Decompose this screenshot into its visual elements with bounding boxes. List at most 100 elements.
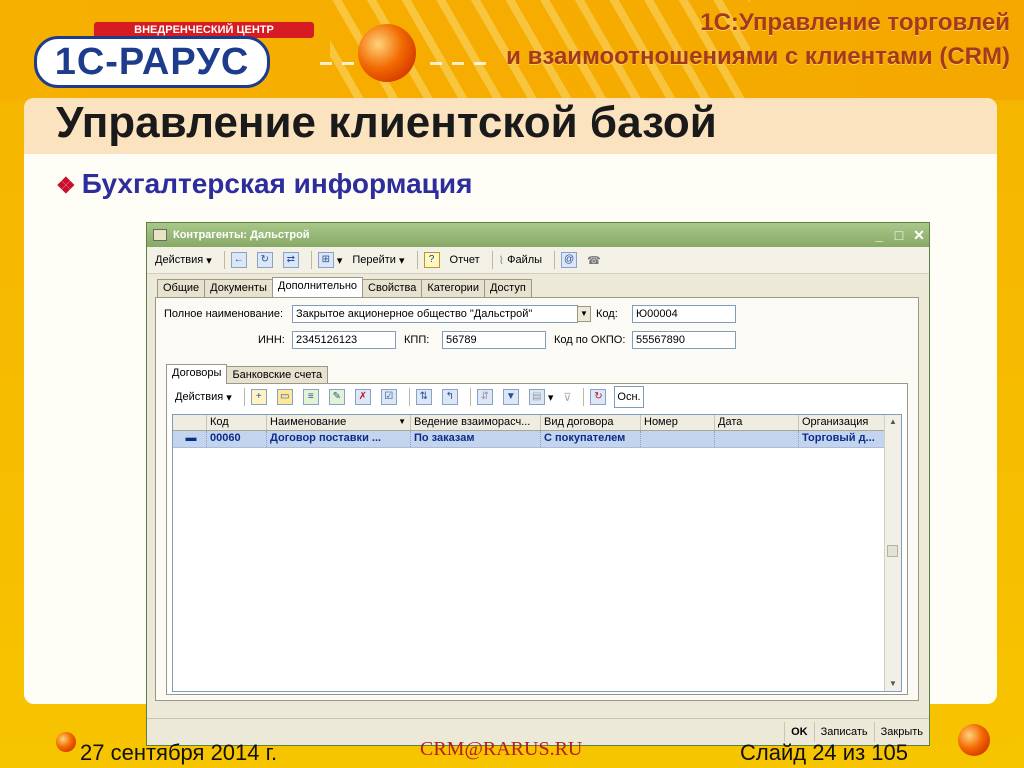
- tab-panel-additional: Полное наименование: Закрытое акционерно…: [155, 297, 919, 701]
- tab-properties[interactable]: Свойства: [362, 279, 423, 297]
- cell-number: [641, 431, 715, 447]
- filter-value-icon: ▤: [528, 389, 545, 405]
- footer-email[interactable]: CRM@RARUS.RU: [420, 738, 582, 761]
- logo-main-text: 1С-РАРУС: [34, 36, 270, 88]
- ok-button[interactable]: OK: [784, 722, 814, 742]
- structure-button[interactable]: ⊞ ▾: [316, 250, 345, 270]
- column-header[interactable]: Код: [207, 415, 267, 430]
- help-button[interactable]: ?: [422, 250, 442, 270]
- dash-line: [320, 62, 354, 65]
- tab-additional[interactable]: Дополнительно: [271, 277, 364, 297]
- cell-date: [715, 431, 799, 447]
- files-button[interactable]: ⌇ Файлы: [497, 250, 544, 270]
- set-main-button[interactable]: Осн.: [614, 386, 644, 408]
- report-button[interactable]: Отчет: [448, 250, 482, 270]
- edit-row-button[interactable]: ✎: [327, 387, 347, 407]
- tab-documents[interactable]: Документы: [204, 279, 273, 297]
- dash-line: [430, 62, 490, 65]
- filter-off-button[interactable]: ⊽: [561, 387, 573, 407]
- actions-menu-button[interactable]: Действия ▾: [153, 250, 214, 270]
- sort-icon: ⇵: [476, 389, 493, 405]
- tab-general[interactable]: Общие: [157, 279, 206, 297]
- contracts-actions-button[interactable]: Действия ▾: [173, 387, 234, 407]
- filter-off-icon: ⊽: [563, 391, 572, 404]
- full-name-field[interactable]: Закрытое акционерное общество "Дальстрой…: [292, 305, 578, 323]
- toolbar-separator: [554, 251, 556, 269]
- goto-menu-button[interactable]: Перейти ▾: [350, 250, 406, 270]
- scroll-down-icon[interactable]: ▼: [885, 677, 901, 691]
- copy-row-button[interactable]: ≡: [301, 387, 321, 407]
- sort-button[interactable]: ⇵: [475, 387, 495, 407]
- table-row[interactable]: ▬ 00060 Договор поставки ... По заказам …: [173, 431, 901, 448]
- column-header[interactable]: Вид договора: [541, 415, 641, 430]
- company-logo: ВНЕДРЕНЧЕСКИЙ ЦЕНТР 1С-РАРУС: [34, 22, 314, 88]
- kpp-field[interactable]: 56789: [442, 331, 546, 349]
- slide-title: Управление клиентской базой: [56, 98, 717, 147]
- column-header[interactable]: Организация: [799, 415, 887, 430]
- code-label: Код:: [596, 308, 618, 320]
- tab-categories[interactable]: Категории: [421, 279, 485, 297]
- copy-button[interactable]: ⇄: [281, 250, 301, 270]
- email-icon: @: [561, 252, 578, 268]
- toolbar-separator: [223, 251, 225, 269]
- close-icon[interactable]: ✕: [909, 227, 929, 244]
- column-header[interactable]: Ведение взаиморасч...: [411, 415, 541, 430]
- level-up-button[interactable]: ↰: [440, 387, 460, 407]
- bullet-item: ❖ Бухгалтерская информация: [56, 168, 472, 200]
- filter-icon: ▼: [502, 389, 519, 405]
- maximize-icon[interactable]: □: [889, 227, 909, 243]
- toolbar-separator: [408, 388, 410, 406]
- inn-label: ИНН:: [258, 334, 285, 346]
- code-field[interactable]: Ю00004: [632, 305, 736, 323]
- row-marker-icon: ▬: [173, 431, 207, 447]
- okpo-label: Код по ОКПО:: [554, 334, 626, 346]
- close-button[interactable]: Закрыть: [873, 722, 929, 742]
- tab-access[interactable]: Доступ: [483, 279, 532, 297]
- footer-date: 27 сентября 2014 г.: [80, 740, 278, 765]
- window-titlebar[interactable]: Контрагенты: Дальстрой _ □ ✕: [147, 223, 929, 247]
- column-header[interactable]: Номер: [641, 415, 715, 430]
- inn-field[interactable]: 2345126123: [292, 331, 396, 349]
- scroll-up-icon[interactable]: ▲: [885, 415, 901, 429]
- refresh-list-button[interactable]: ↻: [588, 387, 608, 407]
- hierarchy-icon: ⊞: [317, 252, 334, 268]
- add-row-button[interactable]: +: [249, 387, 269, 407]
- main-toolbar: Действия ▾ ← ↻ ⇄ ⊞ ▾ Перейти ▾ ? Отчет ⌇…: [147, 247, 929, 274]
- contracts-panel: Действия ▾ + ▭ ≡ ✎ ✗ ☑ ⇅ ↰ ⇵ ▼ ▤ ▾ ⊽ ↻ О…: [166, 383, 908, 695]
- phone-button[interactable]: ☎: [585, 250, 603, 270]
- email-button[interactable]: @: [559, 250, 579, 270]
- level-up-icon: ↰: [441, 389, 458, 405]
- mark-row-button[interactable]: ☑: [379, 387, 399, 407]
- edit-icon: ✎: [328, 389, 345, 405]
- files-label: Файлы: [507, 254, 543, 266]
- toolbar-separator: [416, 251, 418, 269]
- minimize-icon[interactable]: _: [869, 227, 889, 243]
- sub-tabs: Договоры Банковские счета: [166, 364, 329, 384]
- column-header[interactable]: Наименование ▼: [267, 415, 411, 430]
- folder-icon: ▭: [276, 389, 293, 405]
- toolbar-separator: [583, 388, 585, 406]
- tab-bank-accounts[interactable]: Банковские счета: [226, 366, 329, 384]
- kpp-label: КПП:: [404, 334, 430, 346]
- filter-value-button[interactable]: ▤ ▾: [527, 387, 556, 407]
- okpo-field[interactable]: 55567890: [632, 331, 736, 349]
- column-icon: [173, 415, 207, 430]
- goto-label: Перейти: [352, 254, 396, 266]
- toolbar-separator: [243, 388, 245, 406]
- save-button[interactable]: Записать: [813, 722, 874, 742]
- back-button[interactable]: ←: [229, 250, 249, 270]
- full-name-dropdown[interactable]: ▼: [577, 306, 591, 322]
- hierarchy-button[interactable]: ⇅: [414, 387, 434, 407]
- add-group-button[interactable]: ▭: [275, 387, 295, 407]
- tab-contracts[interactable]: Договоры: [166, 364, 228, 384]
- refresh-button[interactable]: ↻: [255, 250, 275, 270]
- product-title: 1С:Управление торговлей и взаимоотношени…: [506, 6, 1010, 74]
- scroll-thumb[interactable]: [887, 545, 898, 557]
- bullet-text: Бухгалтерская информация: [81, 168, 473, 199]
- table-header: Код Наименование ▼ Ведение взаиморасч... …: [173, 415, 901, 431]
- filter-set-button[interactable]: ▼: [501, 387, 521, 407]
- delete-row-button[interactable]: ✗: [353, 387, 373, 407]
- column-header[interactable]: Дата: [715, 415, 799, 430]
- table-scrollbar[interactable]: ▲ ▼: [884, 415, 901, 691]
- add-row-icon: +: [250, 389, 267, 405]
